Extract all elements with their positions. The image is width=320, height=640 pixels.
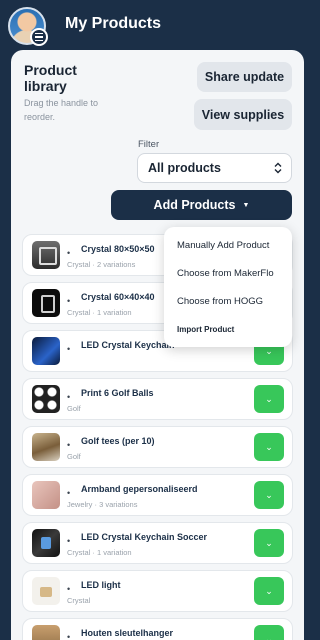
chevron-down-icon: ⌄ <box>265 393 273 404</box>
product-name[interactable]: LED Crystal Keychain <box>81 340 175 350</box>
menu-item-makerflo[interactable]: Choose from MakerFlo <box>177 268 274 279</box>
product-name[interactable]: Crystal 60×40×40 <box>81 292 155 302</box>
chevron-down-icon: ⌄ <box>265 633 273 640</box>
view-supplies-button[interactable]: View supplies <box>194 99 292 130</box>
drag-handle[interactable]: • <box>67 488 70 498</box>
product-name[interactable]: Crystal 80×50×50 <box>81 244 155 254</box>
drag-handle[interactable]: • <box>67 392 70 402</box>
product-row: • Armband gepersonaliseerd Jewelry · 3 v… <box>22 474 293 516</box>
product-meta: Crystal <box>67 596 91 605</box>
product-row: • Golf tees (per 10) Golf ⌄ <box>22 426 293 468</box>
product-row: • LED Crystal Keychain Soccer Crystal · … <box>22 522 293 564</box>
add-products-label: Add Products <box>153 198 236 212</box>
drag-handle[interactable]: • <box>67 584 70 594</box>
filter-value: All products <box>148 161 221 175</box>
product-thumbnail <box>32 289 60 317</box>
product-meta: Crystal · 2 variations <box>67 260 136 269</box>
product-name[interactable]: LED light <box>81 580 121 590</box>
product-action-button[interactable]: ⌄ <box>254 481 284 509</box>
product-action-button[interactable]: ⌄ <box>254 433 284 461</box>
product-action-button[interactable]: ⌄ <box>254 577 284 605</box>
library-hint: Drag the handle to reorder. <box>24 98 99 122</box>
product-row: • Print 6 Golf Balls Golf ⌄ <box>22 378 293 420</box>
product-row: • LED light Crystal ⌄ <box>22 570 293 612</box>
page-title: My Products <box>65 15 162 32</box>
product-action-button[interactable]: ⌄ <box>254 625 284 640</box>
drag-handle[interactable]: • <box>67 248 70 258</box>
drag-handle[interactable]: • <box>67 632 70 640</box>
drag-handle[interactable]: • <box>67 296 70 306</box>
product-name[interactable]: LED Crystal Keychain Soccer <box>81 532 207 542</box>
add-products-button[interactable]: Add Products ▼ <box>111 190 292 220</box>
add-products-menu: Manually Add Product Choose from MakerFl… <box>164 227 292 347</box>
product-action-button[interactable]: ⌄ <box>254 529 284 557</box>
menu-item-import-product[interactable]: Import Product <box>177 325 234 334</box>
product-thumbnail <box>32 337 60 365</box>
product-thumbnail <box>32 241 60 269</box>
top-bar: My Products <box>0 0 317 50</box>
menu-item-hogg[interactable]: Choose from HOGG <box>177 296 263 307</box>
drag-handle[interactable]: • <box>67 536 70 546</box>
product-name[interactable]: Golf tees (per 10) <box>81 436 155 446</box>
product-name[interactable]: Print 6 Golf Balls <box>81 388 154 398</box>
product-name[interactable]: Armband gepersonaliseerd <box>81 484 198 494</box>
menu-item-manual-add[interactable]: Manually Add Product <box>177 240 269 251</box>
library-title: Product library <box>24 62 77 94</box>
product-meta: Crystal · 1 variation <box>67 308 132 317</box>
product-meta: Jewelry · 3 variations <box>67 500 138 509</box>
product-thumbnail <box>32 529 60 557</box>
product-thumbnail <box>32 433 60 461</box>
filter-select[interactable]: All products <box>137 153 292 183</box>
chevron-down-icon: ⌄ <box>265 345 273 356</box>
product-action-button[interactable]: ⌄ <box>254 385 284 413</box>
chevron-down-icon: ⌄ <box>265 489 273 500</box>
share-update-button[interactable]: Share update <box>197 62 292 92</box>
product-meta: Golf <box>67 452 81 461</box>
updown-chevron-icon <box>274 162 282 174</box>
chevron-down-icon: ⌄ <box>265 441 273 452</box>
drag-handle[interactable]: • <box>67 344 70 354</box>
drag-handle[interactable]: • <box>67 440 70 450</box>
menu-icon[interactable] <box>30 28 48 46</box>
product-row: • Houten sleutelhanger ⌄ <box>22 618 293 640</box>
product-meta: Golf <box>67 404 81 413</box>
product-meta: Crystal · 1 variation <box>67 548 132 557</box>
product-thumbnail <box>32 625 60 640</box>
product-thumbnail <box>32 481 60 509</box>
filter-label: Filter <box>138 139 160 150</box>
chevron-down-icon: ⌄ <box>265 585 273 596</box>
product-name[interactable]: Houten sleutelhanger <box>81 628 173 638</box>
product-thumbnail <box>32 385 60 413</box>
caret-down-icon: ▼ <box>242 201 250 209</box>
chevron-down-icon: ⌄ <box>265 537 273 548</box>
product-thumbnail <box>32 577 60 605</box>
